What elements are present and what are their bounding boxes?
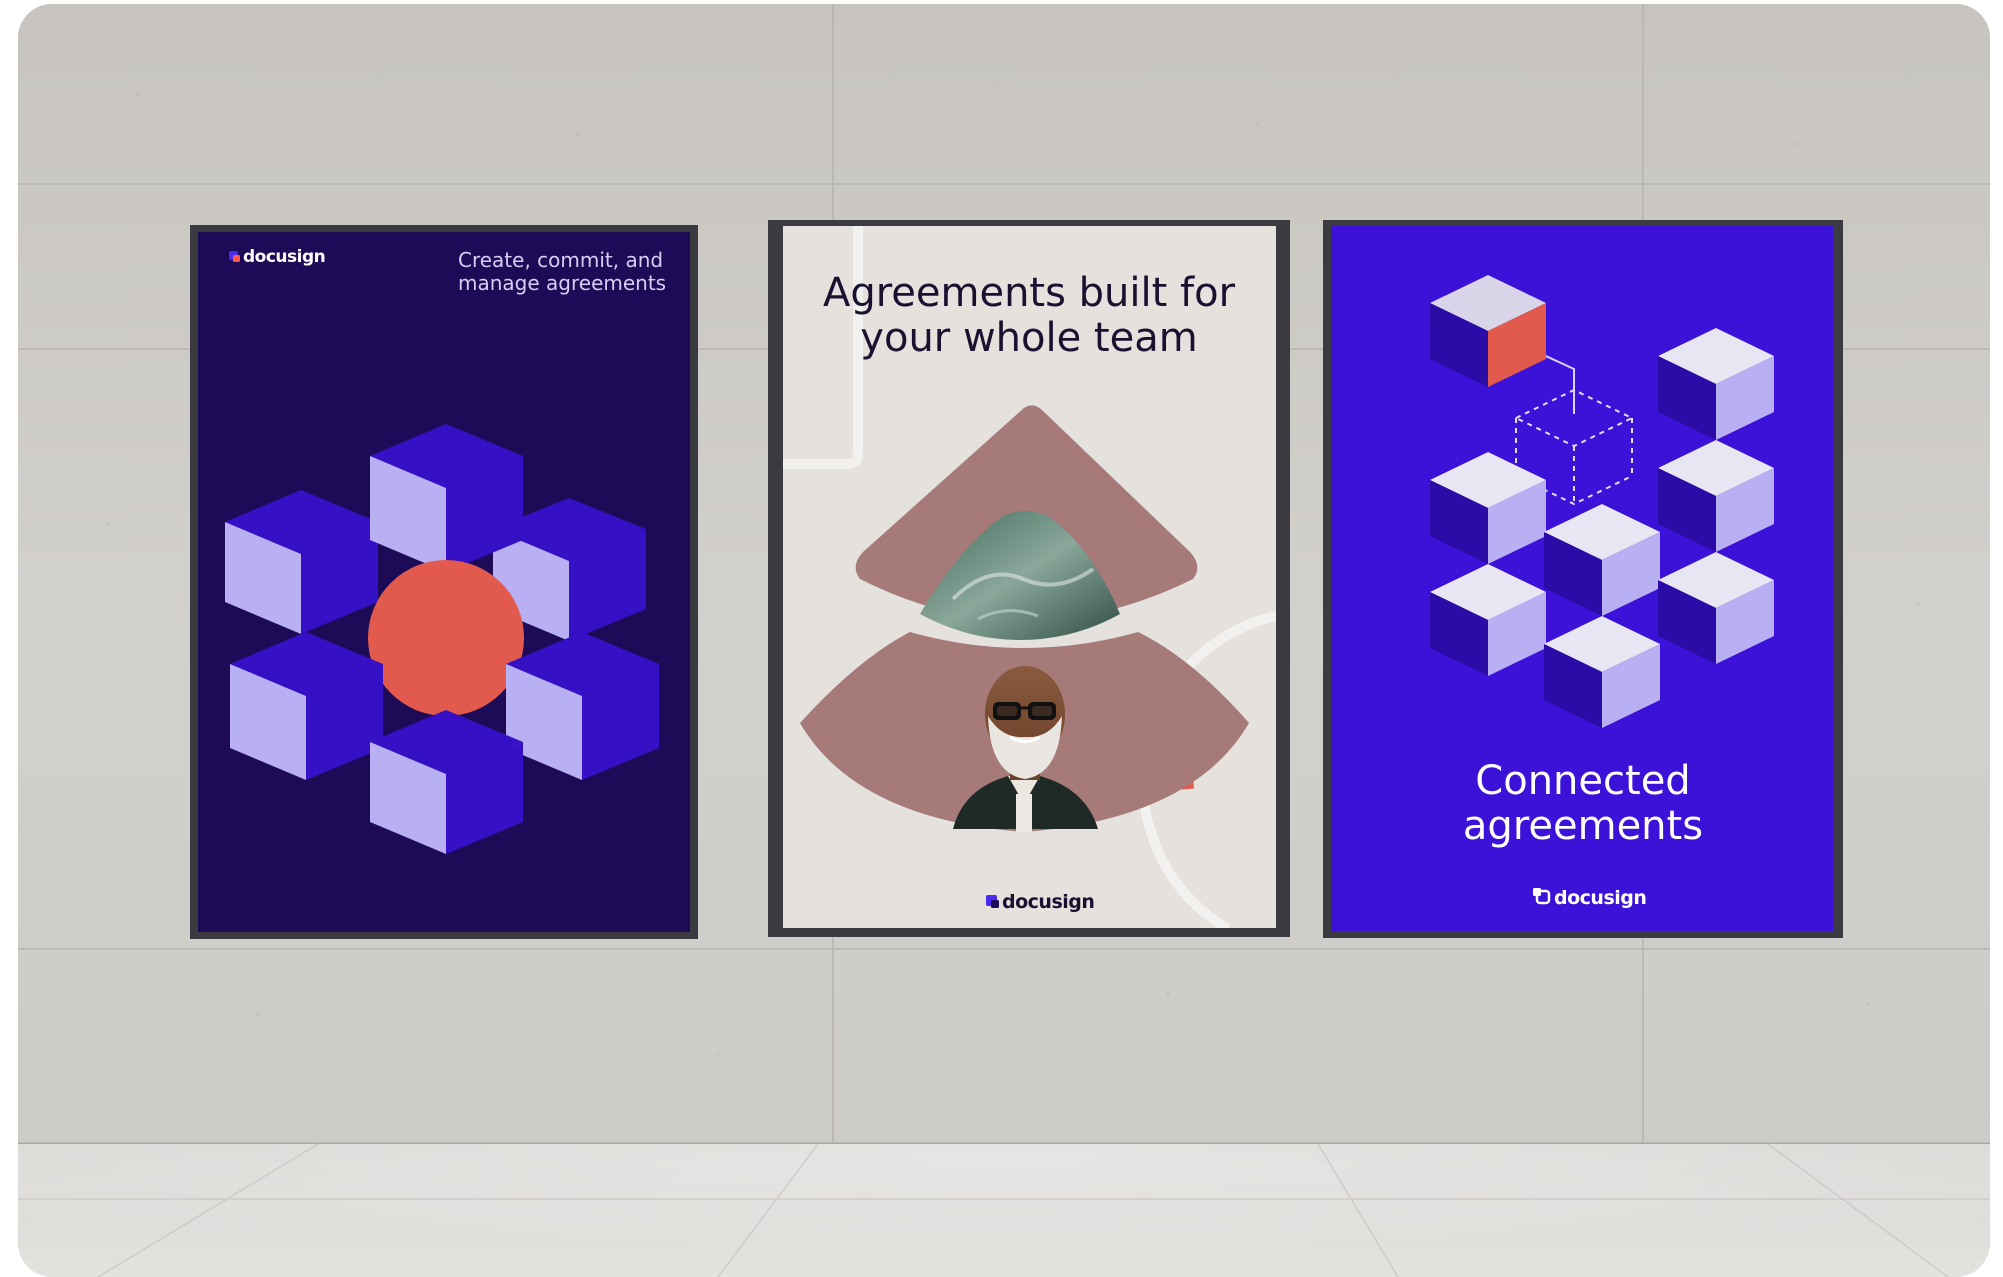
poster-1-brand: docusign xyxy=(243,247,325,267)
poster-2-headline-line1: Agreements built for xyxy=(823,270,1236,316)
poster-3-brand: docusign xyxy=(1554,887,1646,909)
poster-2-brand: docusign xyxy=(1002,891,1094,913)
poster-3: Connected agreements docusign xyxy=(1323,220,1843,938)
red-sphere xyxy=(368,560,524,716)
poster-1-tagline-line1: Create, commit, and xyxy=(458,248,663,272)
poster-2-headline-line2: your whole team xyxy=(860,315,1197,361)
wall-scene: docusign Create, commit, and manage agre… xyxy=(18,4,1990,1277)
poster-2: Agreements built for your whole team doc… xyxy=(768,220,1290,937)
poster-3-headline-line1: Connected xyxy=(1475,758,1690,804)
poster-1: docusign Create, commit, and manage agre… xyxy=(190,225,698,939)
poster-3-headline-line2: agreements xyxy=(1463,803,1703,849)
photo-frame: docusign Create, commit, and manage agre… xyxy=(18,4,1990,1277)
poster-1-tagline-line2: manage agreements xyxy=(458,271,666,295)
